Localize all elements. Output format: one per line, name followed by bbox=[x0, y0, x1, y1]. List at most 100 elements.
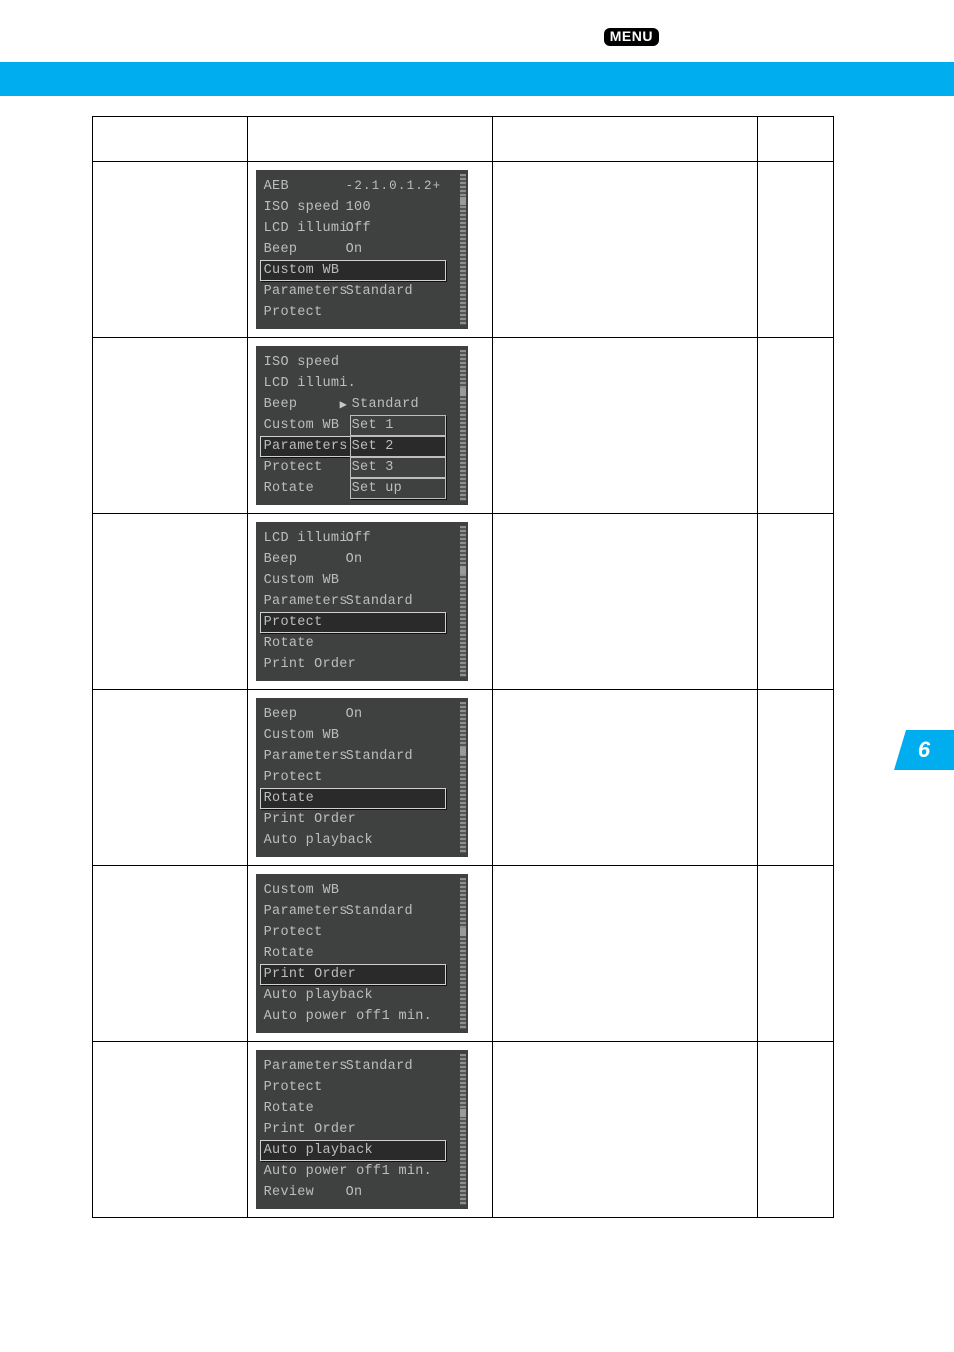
table-row: ParametersStandardProtectRotatePrint Ord… bbox=[93, 1042, 834, 1218]
chapter-page-tab: 6 bbox=[894, 730, 954, 770]
menu-item-value: Off bbox=[346, 528, 371, 549]
submenu-item: ▶Standard bbox=[352, 394, 452, 415]
menu-item-label: Print Order bbox=[264, 809, 346, 830]
menu-item-label: Print Order bbox=[264, 1119, 346, 1140]
camera-menu-screenshot: LCD illumi.OffBeepOnCustom WBParametersS… bbox=[256, 522, 468, 681]
menu-item-label: Protect bbox=[264, 302, 346, 323]
submenu-item-label: Set up bbox=[352, 481, 402, 496]
menu-item-label: AEB bbox=[264, 176, 346, 197]
menu-item: Custom WB bbox=[264, 260, 464, 281]
menu-item: Rotate bbox=[264, 633, 464, 654]
menu-item-label: Custom WB bbox=[264, 570, 346, 591]
menu-item: LCD illumi.Off bbox=[264, 528, 464, 549]
menu-item-label: Parameters bbox=[264, 1056, 346, 1077]
menu-item-label: Parameters bbox=[264, 281, 346, 302]
menu-item: Print Order bbox=[264, 1119, 464, 1140]
menu-item-label: Custom WB bbox=[264, 260, 346, 281]
menu-item-label: Auto playback bbox=[264, 985, 346, 1006]
menu-item-value: Standard bbox=[346, 591, 413, 612]
table-header-row bbox=[93, 117, 834, 162]
table-row: LCD illumi.OffBeepOnCustom WBParametersS… bbox=[93, 514, 834, 690]
menu-item-value: On bbox=[346, 549, 363, 570]
menu-item: BeepOn bbox=[264, 239, 464, 260]
table-row: ISO speedLCD illumi.BeepCustom WBParamet… bbox=[93, 338, 834, 514]
menu-item-label: Auto power off bbox=[264, 1161, 382, 1182]
menu-item-label: Print Order bbox=[264, 964, 346, 985]
menu-item: Auto playback bbox=[264, 830, 464, 851]
aeb-scale: -2.1.0.1.2+ bbox=[346, 176, 442, 197]
menu-item: Protect bbox=[264, 1077, 464, 1098]
submenu-popup: ▶StandardSet 1 Set 2 Set 3 Set up bbox=[352, 394, 452, 499]
menu-item-label: Protect bbox=[264, 767, 346, 788]
menu-item-label: Protect bbox=[264, 612, 346, 633]
menu-item-value: On bbox=[346, 1182, 363, 1203]
submenu-item: Set up bbox=[352, 478, 452, 499]
menu-item: Custom WB bbox=[264, 880, 464, 901]
menu-item-label: Rotate bbox=[264, 943, 346, 964]
menu-reference-table: AEB-2.1.0.1.2+ISO speed100LCD illumi.Off… bbox=[92, 116, 834, 1218]
menu-item-label: Parameters bbox=[264, 436, 346, 457]
menu-item: Protect bbox=[264, 922, 464, 943]
menu-item: Protect bbox=[264, 612, 464, 633]
menu-item: Rotate bbox=[264, 943, 464, 964]
menu-item: ISO speed bbox=[264, 352, 464, 373]
menu-item: Auto power off1 min. bbox=[264, 1006, 464, 1027]
table-row: BeepOnCustom WBParametersStandardProtect… bbox=[93, 690, 834, 866]
menu-item-label: Beep bbox=[264, 704, 346, 725]
camera-menu-screenshot: AEB-2.1.0.1.2+ISO speed100LCD illumi.Off… bbox=[256, 170, 468, 329]
menu-item: Auto playback bbox=[264, 1140, 464, 1161]
submenu-item: Set 3 bbox=[352, 457, 452, 478]
menu-item-label: ISO speed bbox=[264, 197, 346, 218]
menu-item: Protect bbox=[264, 767, 464, 788]
menu-item: ReviewOn bbox=[264, 1182, 464, 1203]
menu-item: ParametersStandard bbox=[264, 281, 464, 302]
menu-item: Auto playback bbox=[264, 985, 464, 1006]
menu-item-label: Beep bbox=[264, 394, 346, 415]
menu-item-value: Off bbox=[346, 218, 371, 239]
menu-item-label: Parameters bbox=[264, 901, 346, 922]
menu-item-label: Print Order bbox=[264, 654, 346, 675]
menu-item: Print Order bbox=[264, 964, 464, 985]
menu-item-label: Beep bbox=[264, 549, 346, 570]
menu-item-value: Standard bbox=[346, 901, 413, 922]
submenu-item: Set 2 bbox=[352, 436, 452, 457]
menu-item: Protect bbox=[264, 302, 464, 323]
menu-item-label: Auto power off bbox=[264, 1006, 382, 1027]
menu-item: LCD illumi.Off bbox=[264, 218, 464, 239]
menu-item: Print Order bbox=[264, 654, 464, 675]
menu-item: ParametersStandard bbox=[264, 901, 464, 922]
section-header-bar bbox=[0, 62, 954, 96]
table-row: AEB-2.1.0.1.2+ISO speed100LCD illumi.Off… bbox=[93, 162, 834, 338]
submenu-item-label: Set 2 bbox=[352, 439, 394, 454]
menu-item-value: 1 min. bbox=[382, 1161, 432, 1182]
menu-item: ParametersStandard bbox=[264, 746, 464, 767]
menu-item: BeepOn bbox=[264, 549, 464, 570]
camera-menu-screenshot: ParametersStandardProtectRotatePrint Ord… bbox=[256, 1050, 468, 1209]
menu-item-label: Custom WB bbox=[264, 415, 346, 436]
menu-item-label: Protect bbox=[264, 1077, 346, 1098]
menu-item: Rotate bbox=[264, 788, 464, 809]
menu-item-label: Rotate bbox=[264, 788, 346, 809]
menu-item: LCD illumi. bbox=[264, 373, 464, 394]
menu-item-value: 100 bbox=[346, 197, 371, 218]
menu-item: ParametersStandard bbox=[264, 1056, 464, 1077]
menu-item-label: LCD illumi. bbox=[264, 218, 346, 239]
menu-item-value: Standard bbox=[346, 281, 413, 302]
menu-item-label: ISO speed bbox=[264, 352, 346, 373]
menu-item: Rotate bbox=[264, 1098, 464, 1119]
menu-item: Custom WB bbox=[264, 725, 464, 746]
menu-item: Custom WB bbox=[264, 570, 464, 591]
submenu-item: Set 1 bbox=[352, 415, 452, 436]
menu-item-label: Rotate bbox=[264, 478, 346, 499]
submenu-item-label: Standard bbox=[352, 397, 419, 412]
menu-item-label: LCD illumi. bbox=[264, 373, 346, 394]
menu-item-label: Protect bbox=[264, 457, 346, 478]
menu-item-label: Auto playback bbox=[264, 830, 346, 851]
table-row: Custom WBParametersStandardProtectRotate… bbox=[93, 866, 834, 1042]
camera-menu-screenshot: BeepOnCustom WBParametersStandardProtect… bbox=[256, 698, 468, 857]
menu-item-label: Custom WB bbox=[264, 880, 346, 901]
camera-menu-screenshot: ISO speedLCD illumi.BeepCustom WBParamet… bbox=[256, 346, 468, 505]
menu-button-badge: MENU bbox=[604, 28, 659, 46]
menu-item-label: Rotate bbox=[264, 1098, 346, 1119]
menu-item: BeepOn bbox=[264, 704, 464, 725]
